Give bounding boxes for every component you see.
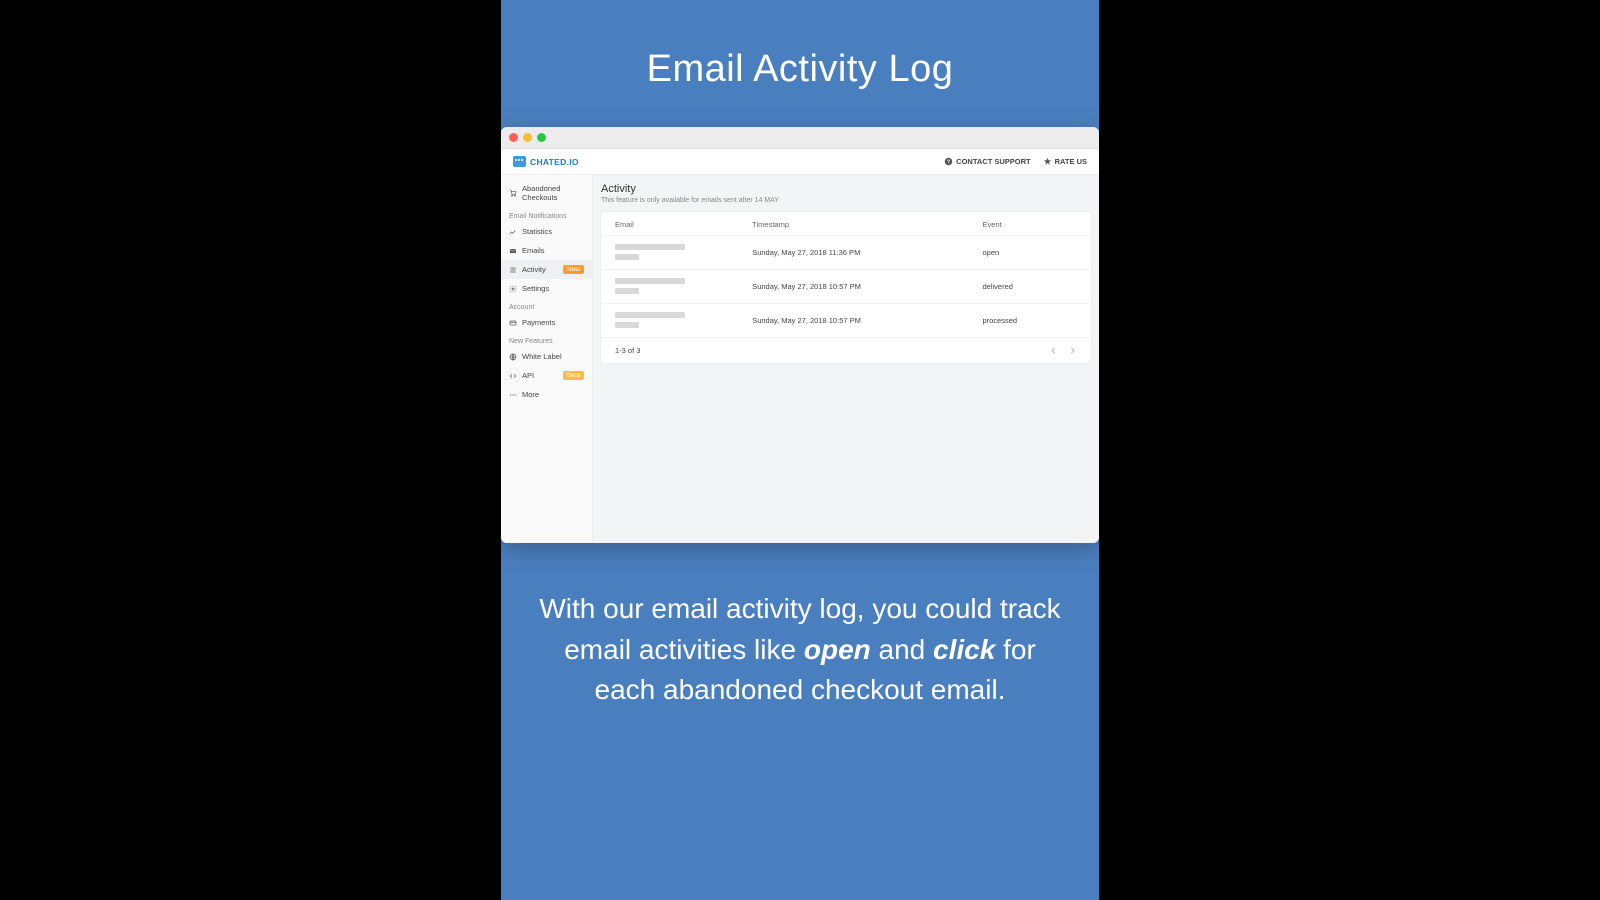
brand-logo[interactable]: CHATED.IO (513, 156, 579, 167)
chart-icon (509, 228, 517, 236)
redacted-email (615, 322, 639, 328)
new-badge: New (563, 265, 584, 274)
globe-icon (509, 353, 517, 361)
sidebar-item-settings[interactable]: Settings (501, 279, 592, 298)
help-icon: ? (944, 157, 953, 166)
col-event: Event (968, 212, 1091, 236)
page-title: Activity (601, 183, 1091, 195)
promo-card: Email Activity Log CHATED.IO ? CONTACT S… (501, 0, 1099, 900)
promo-title: Email Activity Log (647, 48, 954, 91)
window-titlebar (501, 127, 1099, 149)
list-icon (509, 266, 517, 274)
col-timestamp: Timestamp (738, 212, 968, 236)
topbar: CHATED.IO ? CONTACT SUPPORT RATE US (501, 149, 1099, 175)
sidebar-item-activity[interactable]: Activity New (501, 260, 592, 279)
page-subtitle: This feature is only available for email… (601, 197, 1091, 204)
cell-timestamp: Sunday, May 27, 2018 10:57 PM (738, 304, 968, 338)
sidebar-item-white-label[interactable]: White Label (501, 347, 592, 366)
cell-timestamp: Sunday, May 27, 2018 10:57 PM (738, 270, 968, 304)
table-row: Sunday, May 27, 2018 11:36 PM open (601, 236, 1091, 270)
sidebar: Abandoned Checkouts Email Notifications … (501, 175, 593, 543)
sidebar-heading-email: Email Notifications (501, 207, 592, 222)
main-content: Activity This feature is only available … (593, 175, 1099, 543)
cell-event: open (968, 236, 1091, 270)
envelope-icon (509, 247, 517, 255)
redacted-email (615, 244, 685, 250)
maximize-icon[interactable] (537, 133, 546, 142)
redacted-email (615, 278, 685, 284)
cell-event: processed (968, 304, 1091, 338)
chevron-left-icon[interactable] (1049, 346, 1058, 355)
table-row: Sunday, May 27, 2018 10:57 PM processed (601, 304, 1091, 338)
sidebar-item-emails[interactable]: Emails (501, 241, 592, 260)
sidebar-item-abandoned-checkouts[interactable]: Abandoned Checkouts (501, 179, 592, 207)
sidebar-item-statistics[interactable]: Statistics (501, 222, 592, 241)
brand-name: CHATED.IO (530, 157, 579, 167)
cell-event: delivered (968, 270, 1091, 304)
sidebar-item-api[interactable]: API Beta (501, 366, 592, 385)
minimize-icon[interactable] (523, 133, 532, 142)
more-icon (509, 391, 517, 399)
chevron-right-icon[interactable] (1068, 346, 1077, 355)
sidebar-heading-features: New Features (501, 332, 592, 347)
rate-us-link[interactable]: RATE US (1043, 157, 1087, 166)
beta-badge: Beta (563, 371, 584, 380)
pager-range: 1-3 of 3 (615, 346, 640, 355)
contact-support-link[interactable]: ? CONTACT SUPPORT (944, 157, 1030, 166)
sidebar-item-more[interactable]: More (501, 385, 592, 404)
svg-text:?: ? (947, 159, 950, 165)
promo-description: With our email activity log, you could t… (501, 589, 1099, 711)
app-frame: CHATED.IO ? CONTACT SUPPORT RATE US Aban… (501, 149, 1099, 543)
cart-icon (509, 189, 517, 197)
app-window: CHATED.IO ? CONTACT SUPPORT RATE US Aban… (501, 127, 1099, 543)
redacted-email (615, 254, 639, 260)
pagination: 1-3 of 3 (615, 346, 1077, 355)
star-icon (1043, 157, 1052, 166)
redacted-email (615, 312, 685, 318)
gear-icon (509, 285, 517, 293)
redacted-email (615, 288, 639, 294)
code-icon (509, 372, 517, 380)
col-email: Email (601, 212, 738, 236)
chat-bubble-icon (513, 156, 526, 167)
sidebar-heading-account: Account (501, 298, 592, 313)
card-icon (509, 319, 517, 327)
table-row: Sunday, May 27, 2018 10:57 PM delivered (601, 270, 1091, 304)
activity-table-card: Email Timestamp Event Sunday, May 27, 20… (601, 212, 1091, 363)
sidebar-item-payments[interactable]: Payments (501, 313, 592, 332)
cell-timestamp: Sunday, May 27, 2018 11:36 PM (738, 236, 968, 270)
activity-table: Email Timestamp Event Sunday, May 27, 20… (601, 212, 1091, 363)
close-icon[interactable] (509, 133, 518, 142)
